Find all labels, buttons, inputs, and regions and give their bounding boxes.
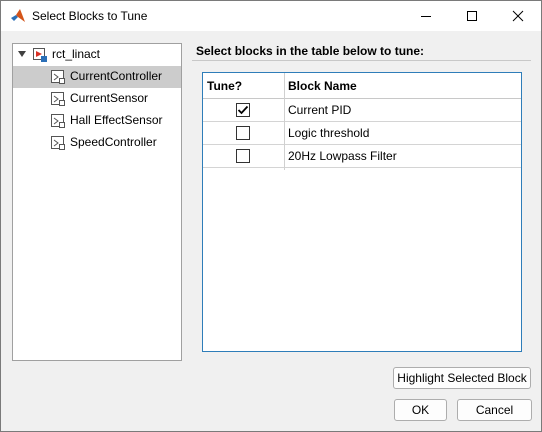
tree-item-speed-controller[interactable]: SpeedController [13, 132, 181, 154]
close-button[interactable] [495, 1, 541, 31]
column-divider[interactable] [284, 73, 285, 170]
minimize-icon [421, 16, 431, 17]
block-tree[interactable]: rct_linact CurrentController CurrentSens… [12, 43, 182, 361]
checkmark-icon [237, 105, 249, 115]
table-header: Tune? Block Name [203, 73, 521, 99]
tune-checkbox[interactable] [236, 126, 250, 140]
tune-checkbox[interactable] [236, 149, 250, 163]
ok-button[interactable]: OK [394, 399, 447, 421]
blocks-table[interactable]: Tune? Block Name Current PID Logic thres… [202, 72, 522, 352]
maximize-button[interactable] [449, 1, 495, 31]
tree-item-hall-effect-sensor[interactable]: Hall EffectSensor [13, 110, 181, 132]
title-bar[interactable]: Select Blocks to Tune [1, 1, 541, 31]
tree-item-label: Hall EffectSensor [70, 113, 163, 127]
tree-item-label: CurrentController [70, 69, 163, 83]
section-divider [192, 60, 531, 61]
simulink-model-icon [32, 47, 48, 63]
tune-checkbox[interactable] [236, 103, 250, 117]
close-icon [512, 10, 524, 22]
tree-item-label: SpeedController [70, 135, 157, 149]
cancel-button[interactable]: Cancel [457, 399, 532, 421]
tree-item-current-controller[interactable]: CurrentController [13, 66, 181, 88]
minimize-button[interactable] [403, 1, 449, 31]
tree-root-label: rct_linact [52, 47, 101, 61]
maximize-icon [467, 11, 477, 21]
matlab-icon [10, 8, 26, 24]
subsystem-block-icon [50, 135, 66, 151]
window-title: Select Blocks to Tune [32, 9, 148, 23]
column-header-block-name[interactable]: Block Name [288, 79, 357, 93]
expand-arrow-icon[interactable] [18, 51, 26, 57]
table-row[interactable]: 20Hz Lowpass Filter [203, 145, 521, 168]
section-title: Select blocks in the table below to tune… [196, 44, 425, 58]
tree-item-label: CurrentSensor [70, 91, 149, 105]
tree-root-row[interactable]: rct_linact [13, 44, 181, 66]
block-name-cell: Logic threshold [288, 126, 370, 140]
subsystem-block-icon [50, 69, 66, 85]
column-header-tune[interactable]: Tune? [207, 79, 242, 93]
subsystem-block-icon [50, 113, 66, 129]
table-row[interactable]: Current PID [203, 99, 521, 122]
block-name-cell: 20Hz Lowpass Filter [288, 149, 397, 163]
highlight-selected-block-button[interactable]: Highlight Selected Block [393, 367, 531, 389]
table-row[interactable]: Logic threshold [203, 122, 521, 145]
subsystem-block-icon [50, 91, 66, 107]
dialog-window: Select Blocks to Tune rct_linact Current… [0, 0, 542, 432]
tree-item-current-sensor[interactable]: CurrentSensor [13, 88, 181, 110]
block-name-cell: Current PID [288, 103, 352, 117]
